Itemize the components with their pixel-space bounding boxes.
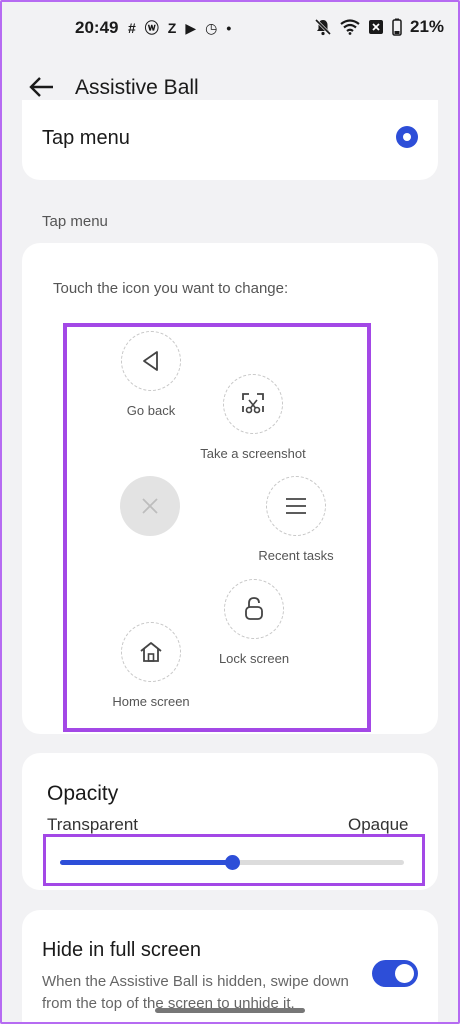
menu-hint: Touch the icon you want to change: xyxy=(53,280,289,297)
tap-menu-editor: Touch the icon you want to change: Go ba… xyxy=(22,243,438,734)
system-icons: 21% xyxy=(314,17,444,37)
opacity-title: Opacity xyxy=(47,782,119,805)
hide-fullscreen-toggle[interactable] xyxy=(372,960,418,987)
status-bar: 20:49 # ⓦ Z ▶ ◷ • 21% xyxy=(0,0,460,56)
go-back-circle xyxy=(121,331,181,391)
home-screen-circle xyxy=(121,622,181,682)
status-time: 20:49 xyxy=(75,18,119,37)
screenshot-label: Take a screenshot xyxy=(200,446,306,461)
page-title: Assistive Ball xyxy=(75,76,199,99)
screenshot-item[interactable]: Take a screenshot xyxy=(178,374,328,461)
triangle-back-icon xyxy=(143,351,158,371)
hide-fullscreen-card: Hide in full screen When the Assistive B… xyxy=(22,910,438,1024)
wifi-icon xyxy=(340,19,360,35)
close-menu-button[interactable] xyxy=(120,476,180,536)
arrow-left-icon xyxy=(29,77,53,97)
mute-bell-icon xyxy=(314,18,332,36)
menu-lines-icon xyxy=(286,498,306,514)
lock-screen-circle xyxy=(224,579,284,639)
lock-icon xyxy=(245,597,263,620)
zomato-icon: Z xyxy=(167,20,177,36)
recent-tasks-label: Recent tasks xyxy=(258,548,334,563)
hide-fullscreen-title: Hide in full screen xyxy=(42,939,201,961)
youtube-icon: ▶ xyxy=(185,20,197,36)
recent-tasks-circle xyxy=(266,476,326,536)
tap-menu-label: Tap menu xyxy=(42,127,130,149)
opacity-max-label: Opaque xyxy=(348,815,409,834)
more-notifications-icon: • xyxy=(226,20,232,36)
opacity-card: Opacity Transparent Opaque xyxy=(22,753,438,890)
tap-menu-option[interactable]: Tap menu xyxy=(22,100,438,180)
home-screen-item[interactable]: Home screen xyxy=(76,622,226,709)
slack-icon: # xyxy=(128,20,136,36)
battery-icon xyxy=(392,18,402,36)
opacity-slider[interactable] xyxy=(60,855,404,870)
home-icon xyxy=(140,642,162,662)
tap-menu-radio[interactable] xyxy=(396,126,418,148)
gesture-bar[interactable] xyxy=(155,1008,305,1013)
home-screen-label: Home screen xyxy=(112,694,190,709)
recent-tasks-item[interactable]: Recent tasks xyxy=(221,476,371,563)
back-button[interactable] xyxy=(28,74,56,100)
screenshot-circle xyxy=(223,374,283,434)
slider-highlight-box xyxy=(43,834,425,886)
clock-app-icon: ◷ xyxy=(205,20,218,36)
section-label: Tap menu xyxy=(42,213,108,230)
opacity-slider-fill xyxy=(60,860,232,865)
screenshot-icon xyxy=(242,393,264,414)
close-icon xyxy=(142,498,158,514)
battery-level: 21% xyxy=(410,17,445,36)
whatsapp-icon: ⓦ xyxy=(144,20,159,36)
opacity-min-label: Transparent xyxy=(47,815,139,834)
opacity-slider-thumb[interactable] xyxy=(225,855,240,870)
notification-icons: # ⓦ Z ▶ ◷ • xyxy=(128,18,231,38)
no-sim-icon xyxy=(369,20,383,34)
